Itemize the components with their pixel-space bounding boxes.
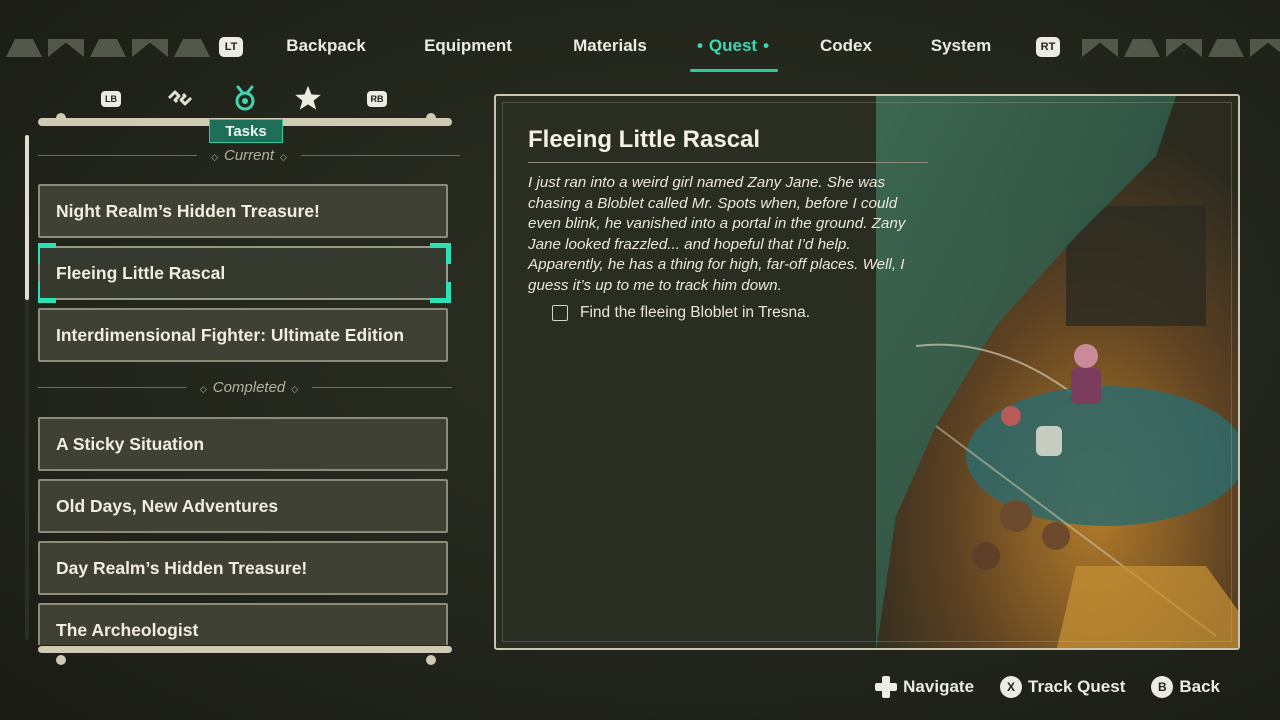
- tab-backpack[interactable]: Backpack: [286, 36, 365, 56]
- link-icon[interactable]: [164, 82, 196, 114]
- quest-list: Night Realm’s Hidden Treasure! Fleeing L…: [38, 184, 452, 645]
- quest-item-fleeing-little-rascal[interactable]: Fleeing Little Rascal: [38, 243, 451, 303]
- selection-corner: [38, 282, 56, 303]
- tab-quest[interactable]: Quest: [691, 36, 775, 56]
- objective-item: Find the fleeing Bloblet in Tresna.: [552, 304, 810, 322]
- selection-corner: [430, 243, 451, 264]
- back-label: Back: [1179, 677, 1220, 696]
- completed-section-header: Completed: [38, 377, 452, 397]
- quest-description: I just ran into a weird girl named Zany …: [528, 174, 906, 294]
- b-button-icon: B: [1151, 676, 1174, 698]
- rb-button-icon[interactable]: RB: [367, 91, 387, 107]
- bar-knob: [56, 113, 66, 123]
- track-quest-label: Track Quest: [1028, 677, 1126, 696]
- quest-item-label: Fleeing Little Rascal: [56, 262, 226, 283]
- current-section-header: Current: [38, 145, 460, 165]
- quest-item-night-realm[interactable]: Night Realm’s Hidden Treasure!: [38, 184, 448, 238]
- navigate-label: Navigate: [903, 677, 975, 696]
- selection-corner: [38, 243, 56, 264]
- objective-text: Find the fleeing Bloblet in Tresna.: [580, 304, 811, 321]
- active-subtab-label: Tasks: [209, 119, 283, 143]
- x-button-icon: X: [1000, 676, 1023, 698]
- rt-button-icon[interactable]: RT: [1036, 37, 1060, 57]
- lt-button-icon[interactable]: LT: [219, 37, 243, 57]
- quest-item-archeologist[interactable]: The Archeologist: [38, 603, 448, 645]
- button-hints: Navigate X Track Quest B Back: [875, 676, 1220, 698]
- bar-knob: [426, 113, 436, 123]
- track-quest-hint[interactable]: X Track Quest: [1000, 676, 1125, 698]
- right-decoration: [1082, 39, 1280, 57]
- back-hint[interactable]: B Back: [1151, 676, 1220, 698]
- quest-item-day-realm[interactable]: Day Realm’s Hidden Treasure!: [38, 541, 448, 595]
- quest-detail-panel: Fleeing Little Rascal I just ran into a …: [494, 94, 1240, 650]
- completed-header-label: Completed: [186, 379, 312, 396]
- current-header-label: Current: [197, 147, 301, 164]
- left-decoration: [6, 39, 210, 57]
- tasks-icon[interactable]: [229, 82, 261, 114]
- bar-knob: [56, 655, 66, 665]
- objective-checkbox: [552, 305, 568, 321]
- navigate-hint[interactable]: Navigate: [875, 676, 974, 698]
- bar-knob: [426, 655, 436, 665]
- top-navigation: LT Backpack Equipment Materials Quest Co…: [0, 30, 1280, 72]
- quest-item-sticky-situation[interactable]: A Sticky Situation: [38, 417, 448, 471]
- tab-codex[interactable]: Codex: [820, 36, 872, 56]
- dpad-icon: [875, 676, 898, 698]
- active-tab-indicator: [690, 69, 778, 72]
- tab-materials[interactable]: Materials: [573, 36, 647, 56]
- quest-item-old-days[interactable]: Old Days, New Adventures: [38, 479, 448, 533]
- selection-corner: [430, 282, 451, 303]
- quest-title: Fleeing Little Rascal: [528, 126, 761, 153]
- lb-button-icon[interactable]: LB: [101, 91, 121, 107]
- tab-system[interactable]: System: [931, 36, 991, 56]
- tab-equipment[interactable]: Equipment: [424, 36, 512, 56]
- star-icon[interactable]: [292, 82, 324, 114]
- title-divider: [528, 162, 928, 163]
- list-bottom-bar: [38, 646, 452, 653]
- scrollbar-thumb[interactable]: [25, 135, 29, 300]
- quest-item-interdimensional-fighter[interactable]: Interdimensional Fighter: Ultimate Editi…: [38, 308, 448, 362]
